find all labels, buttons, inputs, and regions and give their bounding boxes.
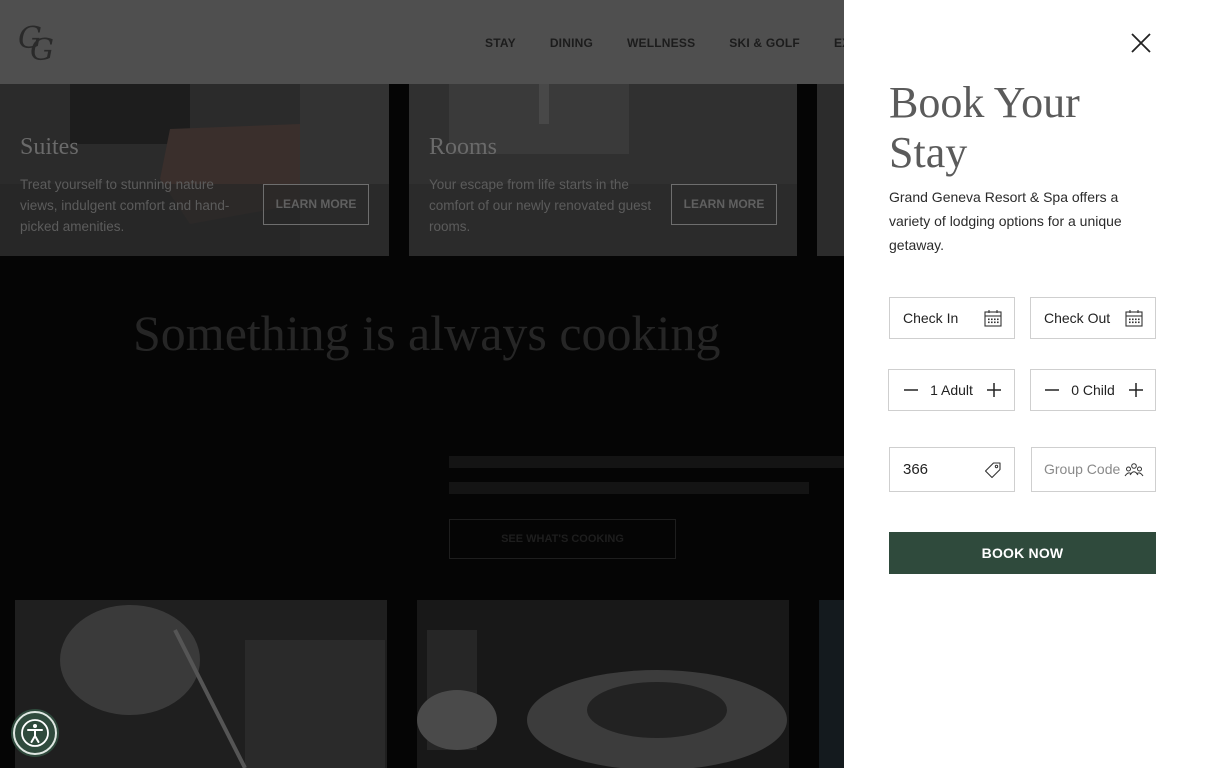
booking-title: Book Your Stay [889,78,1080,177]
adults-stepper: 1 Adult [888,369,1015,411]
calendar-icon [984,309,1002,327]
children-minus-button[interactable] [1042,380,1062,400]
adults-minus-button[interactable] [901,380,921,400]
group-icon [1124,461,1144,479]
check-out-field[interactable]: Check Out [1030,297,1156,339]
calendar-icon [1125,309,1143,327]
booking-description: Grand Geneva Resort & Spa offers a varie… [889,189,1122,253]
plus-icon [1129,383,1143,397]
minus-icon [1045,389,1059,391]
modal-backdrop[interactable] [0,0,844,768]
children-stepper: 0 Child [1030,369,1156,411]
adults-plus-button[interactable] [984,380,1004,400]
close-button[interactable] [1130,32,1152,54]
group-code-field[interactable]: Group Code [1031,447,1156,492]
minus-icon [904,389,918,391]
children-plus-button[interactable] [1126,380,1146,400]
close-icon [1131,33,1151,53]
book-now-button[interactable]: BOOK NOW [889,532,1156,574]
promo-code-value: 366 [903,461,929,478]
promo-code-field[interactable]: 366 [889,447,1015,492]
check-out-label: Check Out [1044,310,1111,326]
plus-icon [987,383,1001,397]
group-code-placeholder: Group Code [1044,461,1121,477]
check-in-field[interactable]: Check In [889,297,1015,339]
tag-icon [984,461,1002,479]
check-in-label: Check In [903,310,959,326]
